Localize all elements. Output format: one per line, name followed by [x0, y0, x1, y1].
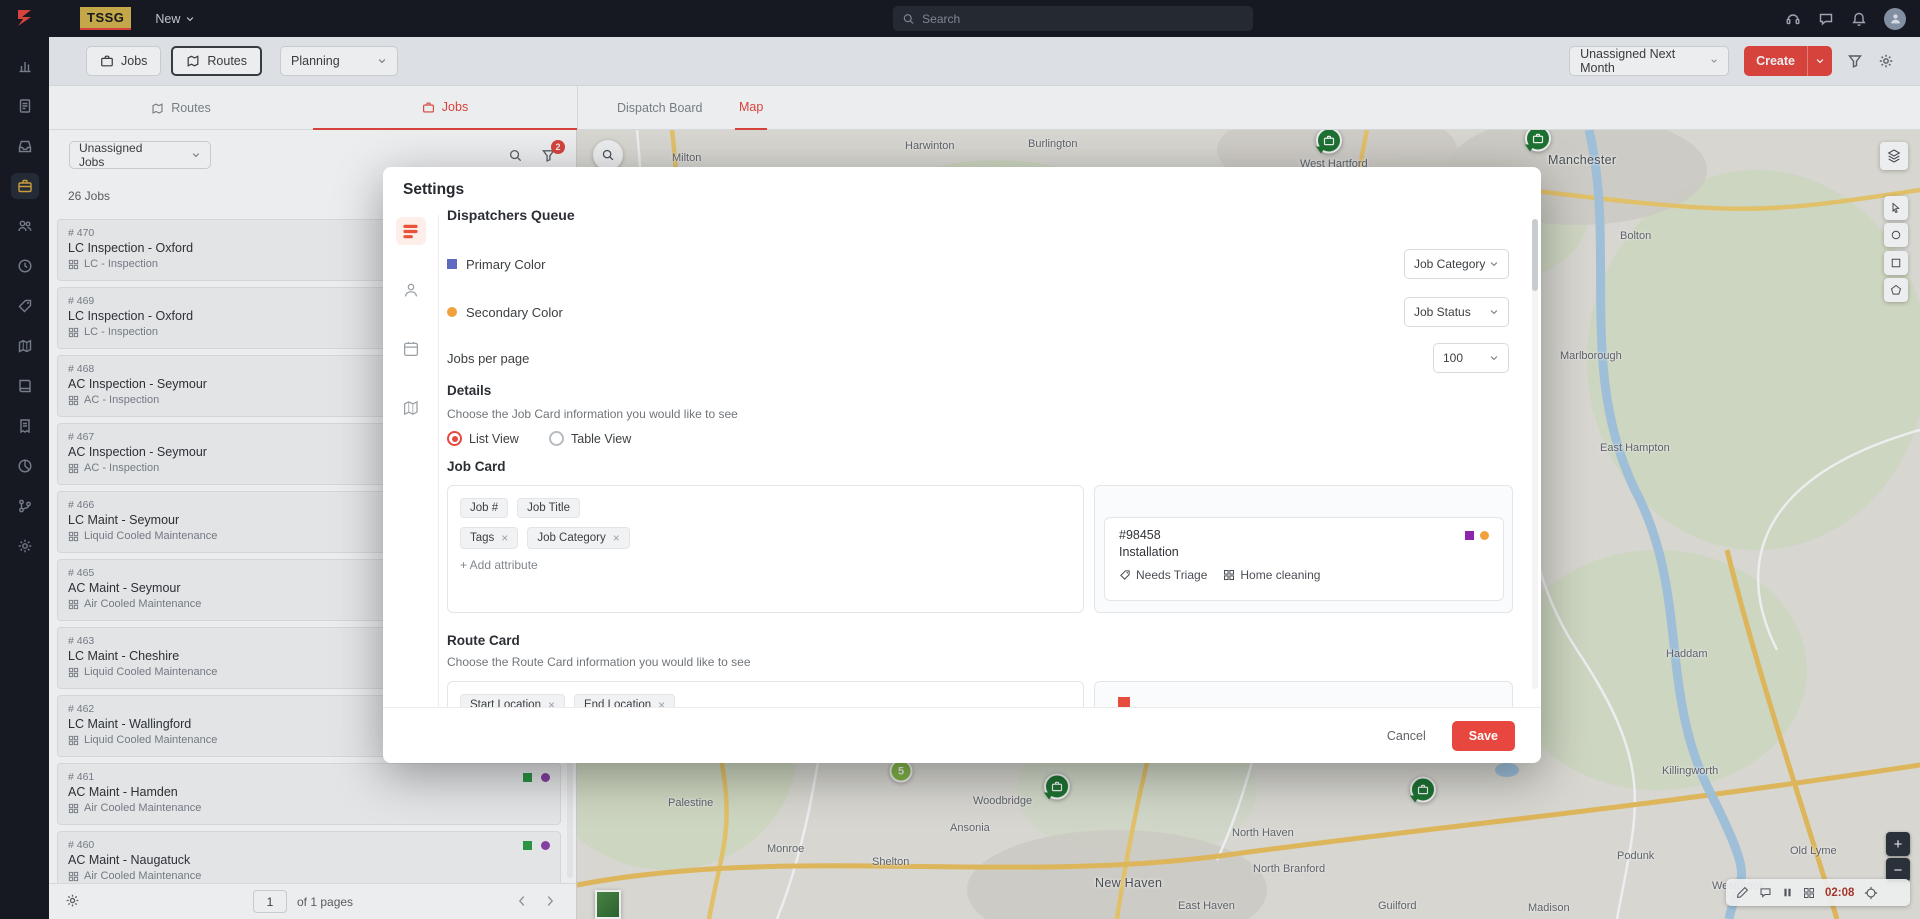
remove-chip-icon[interactable]: [613, 531, 620, 545]
jobs-per-page-select[interactable]: 100: [1433, 343, 1509, 373]
preview-job-number: #98458: [1119, 528, 1161, 542]
attribute-chip[interactable]: Job Category: [527, 527, 629, 549]
job-card-preview-box: #98458 Installation Needs Triage Home cl…: [1094, 485, 1513, 613]
route-card-subtitle: Choose the Route Card information you wo…: [447, 655, 751, 669]
settings-modal: Settings Dispatchers Queue Primary Color…: [383, 167, 1541, 763]
queue-icon[interactable]: [396, 217, 426, 245]
board-settings-icon[interactable]: [396, 335, 426, 363]
modal-footer: Cancel Save: [383, 707, 1541, 763]
job-card-attributes: Job # Job Title Tags Job Category + Add …: [447, 485, 1084, 613]
chevron-down-icon: [1489, 307, 1499, 317]
primary-color-select[interactable]: Job Category: [1404, 249, 1509, 279]
preview-category: Home cleaning: [1240, 568, 1320, 582]
attribute-chip[interactable]: Job Title: [517, 498, 580, 518]
attribute-chip[interactable]: Tags: [460, 527, 518, 549]
route-card-title: Route Card: [447, 633, 520, 648]
tag-icon: [1119, 569, 1131, 581]
chevron-down-icon: [1489, 259, 1499, 269]
job-card-title: Job Card: [447, 459, 506, 474]
attribute-chip[interactable]: Job #: [460, 498, 508, 518]
modal-scrollbar[interactable]: [1532, 219, 1538, 689]
save-button[interactable]: Save: [1452, 721, 1515, 751]
secondary-color-swatch: [447, 307, 457, 317]
preview-job-title: Installation: [1119, 545, 1489, 559]
grid-icon: [1223, 569, 1235, 581]
user-settings-icon[interactable]: [396, 276, 426, 304]
chevron-down-icon: [1489, 353, 1499, 363]
secondary-color-label: Secondary Color: [466, 305, 563, 320]
settings-nav: [383, 215, 439, 707]
jobs-per-page-label: Jobs per page: [447, 351, 529, 366]
map-settings-icon[interactable]: [396, 394, 426, 422]
add-attribute-link[interactable]: + Add attribute: [460, 558, 1071, 572]
section-title: Dispatchers Queue: [447, 207, 575, 223]
list-view-radio[interactable]: List View: [447, 431, 519, 446]
job-card-preview: #98458 Installation Needs Triage Home cl…: [1104, 517, 1504, 601]
primary-color-label: Primary Color: [466, 257, 545, 272]
modal-title: Settings: [403, 181, 464, 199]
remove-chip-icon[interactable]: [501, 531, 508, 545]
secondary-color-select[interactable]: Job Status: [1404, 297, 1509, 327]
details-subtitle: Choose the Job Card information you woul…: [447, 407, 738, 421]
table-view-radio[interactable]: Table View: [549, 431, 631, 446]
preview-status-color: [1480, 531, 1489, 540]
details-title: Details: [447, 383, 491, 398]
preview-category-color: [1465, 531, 1474, 540]
preview-tag: Needs Triage: [1136, 568, 1207, 582]
primary-color-swatch: [447, 259, 457, 269]
cancel-button[interactable]: Cancel: [1387, 729, 1426, 743]
